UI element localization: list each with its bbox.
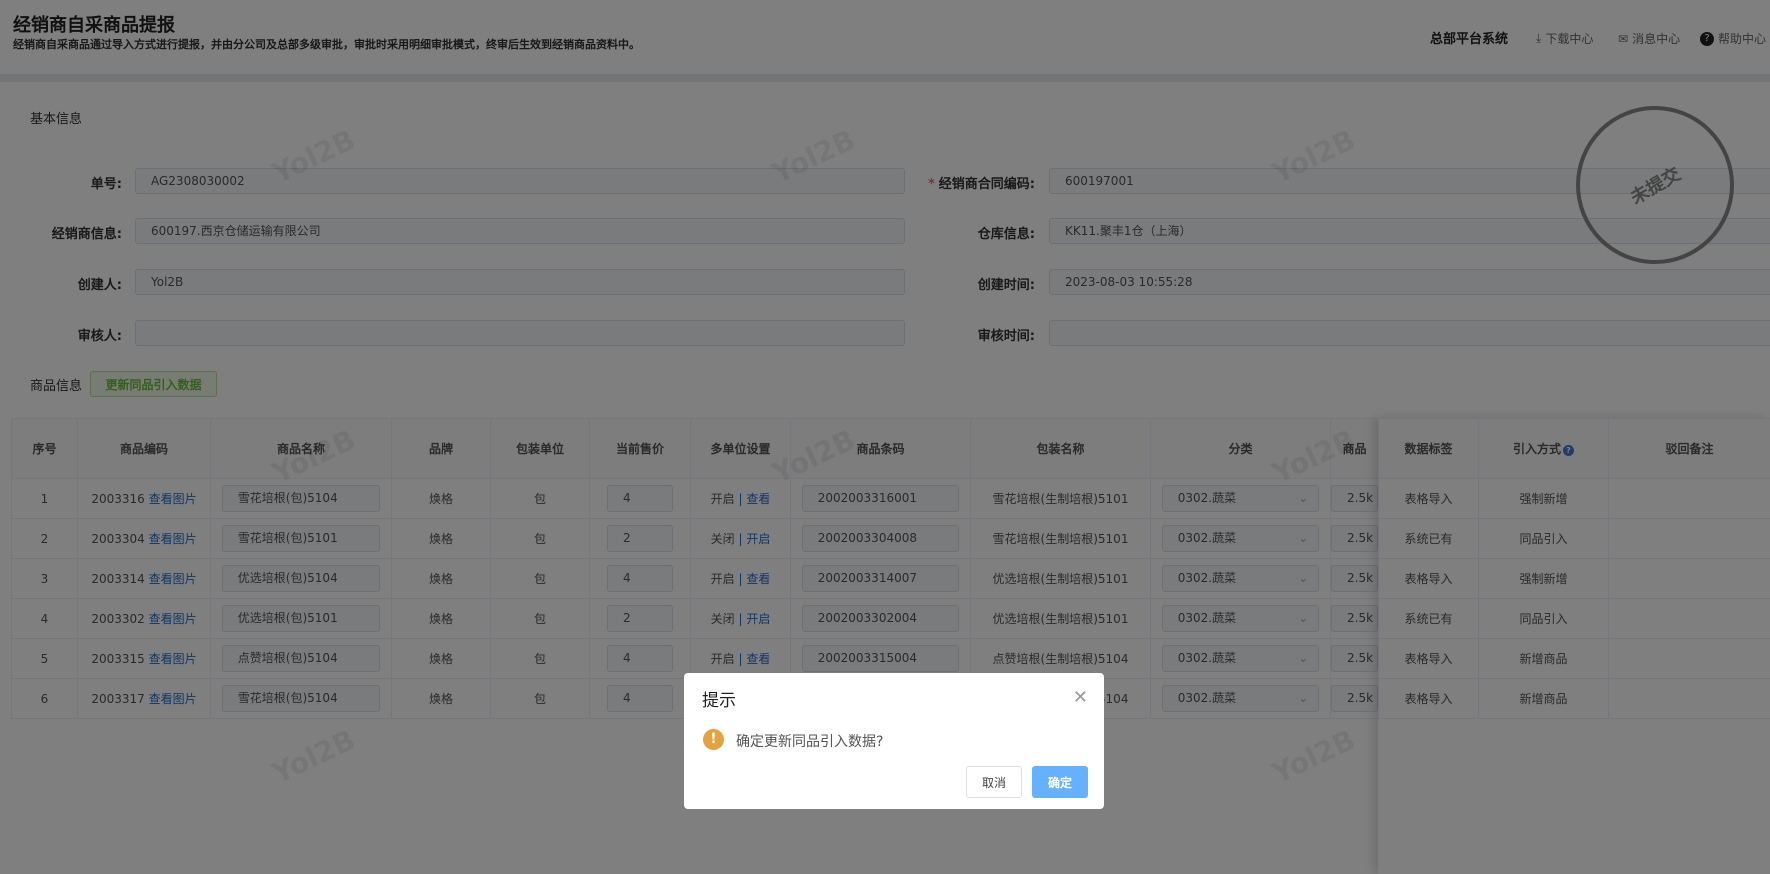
confirm-button[interactable]: 确定: [1032, 766, 1088, 798]
warning-icon: !: [703, 729, 724, 750]
dialog-title: 提示: [702, 691, 736, 711]
dialog-message: 确定更新同品引入数据?: [736, 734, 884, 750]
confirm-dialog: 提示 ✕ ! 确定更新同品引入数据? 取消 确定: [684, 673, 1104, 809]
cancel-button[interactable]: 取消: [966, 766, 1022, 798]
close-icon[interactable]: ✕: [1073, 687, 1088, 708]
